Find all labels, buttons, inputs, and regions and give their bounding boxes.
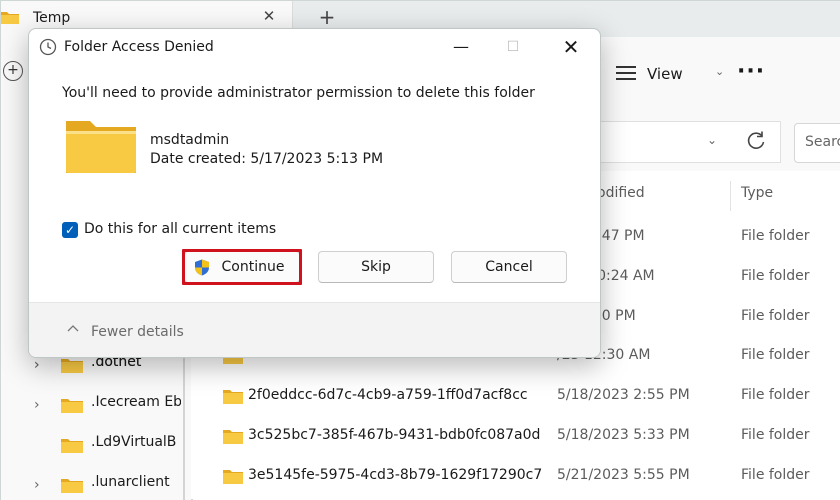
dialog-message: You'll need to provide administrator per… (62, 85, 535, 101)
column-header-type[interactable]: Type (741, 185, 773, 201)
row-name: 3e5145fe-5975-4cd3-8b79-1629f17290c7 (248, 467, 543, 483)
view-button[interactable]: View (647, 65, 683, 83)
expand-chevron-icon[interactable]: › (34, 397, 40, 413)
item-name: msdtadmin (150, 132, 230, 148)
folder-icon (61, 479, 83, 493)
row-date: 5/18/2023 5:33 PM (557, 427, 690, 443)
nav-item-lunarclient[interactable]: › .lunarclient (1, 467, 183, 500)
more-options-button[interactable]: ··· (737, 59, 765, 84)
folder-icon (223, 470, 243, 484)
row-date: 5/21/2023 5:55 PM (557, 467, 690, 483)
table-row[interactable]: 3c525bc7-385f-467b-9431-bdb0fc087a0d 5/1… (193, 416, 840, 456)
expand-chevron-icon[interactable]: › (34, 357, 40, 373)
dialog-title: Folder Access Denied (64, 39, 214, 55)
table-row[interactable]: 2f0eddcc-6d7c-4cb9-a759-1ff0d7acf8cc 5/1… (193, 376, 840, 416)
row-type: File folder (741, 268, 810, 284)
table-row[interactable]: 3e5145fe-5975-4cd3-8b79-1629f17290c7 5/2… (193, 456, 840, 496)
nav-item-label: .Ld9VirtualB (91, 434, 177, 450)
folder-icon (61, 359, 83, 373)
row-name: 2f0eddcc-6d7c-4cb9-a759-1ff0d7acf8cc (248, 387, 528, 403)
column-divider[interactable] (730, 181, 731, 211)
row-type: File folder (741, 347, 810, 363)
nav-item-label: .lunarclient (91, 474, 170, 490)
tab-close-icon[interactable]: ✕ (259, 6, 279, 26)
tab-title: Temp (33, 10, 71, 26)
folder-icon (61, 439, 83, 453)
folder-icon (223, 430, 243, 444)
clock-icon (39, 38, 57, 56)
column-header-date-modified[interactable]: odified (597, 185, 645, 201)
row-type: File folder (741, 308, 810, 324)
list-view-icon[interactable] (616, 66, 636, 80)
folder-icon (61, 399, 83, 413)
new-tab-button[interactable]: + (316, 6, 338, 28)
folder-icon (66, 121, 136, 173)
item-date-created: Date created: 5/17/2023 5:13 PM (150, 151, 384, 167)
row-type: File folder (741, 427, 810, 443)
new-item-button[interactable]: + (3, 61, 23, 81)
search-placeholder: Searc (805, 134, 840, 150)
search-input[interactable]: Searc (794, 123, 840, 163)
chevron-down-icon[interactable]: ⌄ (715, 65, 724, 78)
refresh-icon[interactable] (745, 130, 767, 152)
chevron-up-icon[interactable] (67, 324, 79, 332)
dialog-titlebar[interactable]: Folder Access Denied — ☐ ✕ (29, 29, 600, 67)
nav-item-label: .Icecream Eb (91, 394, 181, 410)
folder-icon (223, 390, 243, 404)
close-button[interactable]: ✕ (549, 29, 593, 65)
row-type: File folder (741, 387, 810, 403)
all-items-checkbox[interactable]: ✓ (62, 222, 78, 238)
row-date: 5/18/2023 2:55 PM (557, 387, 690, 403)
minimize-button[interactable]: — (439, 29, 483, 65)
nav-item-icecream[interactable]: › .Icecream Eb (1, 387, 183, 423)
folder-icon (1, 12, 19, 24)
skip-button[interactable]: Skip (318, 251, 434, 283)
address-history-chevron-icon[interactable]: ⌄ (707, 133, 717, 147)
nav-item-ld9virtual[interactable]: .Ld9VirtualB (1, 427, 183, 463)
row-name: 3c525bc7-385f-467b-9431-bdb0fc087a0d (248, 427, 541, 443)
expand-chevron-icon[interactable]: › (34, 477, 40, 493)
all-items-checkbox-label[interactable]: Do this for all current items (84, 221, 276, 237)
highlight-outline (182, 249, 302, 285)
cancel-button[interactable]: Cancel (451, 251, 567, 283)
row-type: File folder (741, 467, 810, 483)
maximize-button: ☐ (506, 39, 520, 55)
dialog-footer: Fewer details (29, 302, 600, 357)
row-type: File folder (741, 228, 810, 244)
fewer-details-toggle[interactable]: Fewer details (91, 324, 184, 340)
folder-access-denied-dialog: Folder Access Denied — ☐ ✕ You'll need t… (28, 28, 601, 358)
